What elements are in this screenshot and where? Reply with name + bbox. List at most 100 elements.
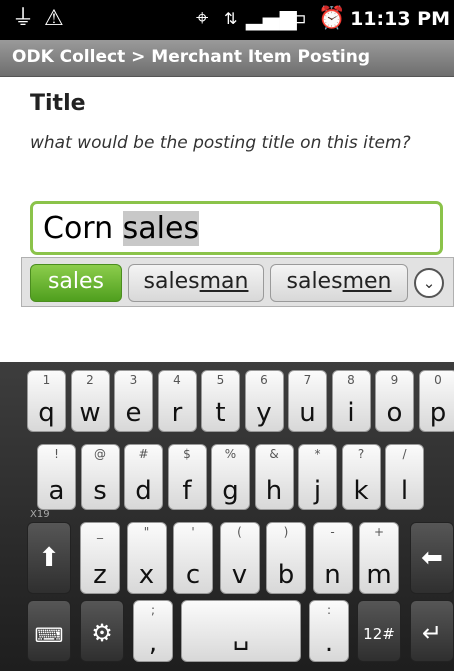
key-main-label: b xyxy=(277,560,295,590)
key-k[interactable]: ? k xyxy=(341,444,381,510)
gps-icon: ⌖ xyxy=(196,6,209,31)
suggestion-label: sales xyxy=(47,269,105,294)
key-c[interactable]: ' c xyxy=(173,522,213,594)
key-alt-label: ! xyxy=(54,447,59,461)
backspace-arrow-left-icon: ⬅ xyxy=(421,543,443,573)
key-w[interactable]: 2w xyxy=(70,370,110,432)
key-b[interactable]: ) b xyxy=(266,522,306,594)
suggestion-sales[interactable]: sales xyxy=(30,264,122,302)
key-f[interactable]: $ f xyxy=(167,444,207,510)
key-main-label: c xyxy=(185,560,201,590)
suggestion-salesmen[interactable]: salesmen xyxy=(270,264,408,302)
keyboard-small-label: X19 xyxy=(30,509,50,520)
key-h[interactable]: & h xyxy=(254,444,294,510)
key-alt-label: + xyxy=(373,525,385,539)
key-main-label: , xyxy=(148,628,158,658)
numeric-mode-label: 12# xyxy=(363,625,395,643)
key-period[interactable]: :. xyxy=(309,600,349,662)
expand-suggestions-chevron-down-icon[interactable]: ⌄ xyxy=(414,268,444,298)
shift-key[interactable]: ⬆ xyxy=(27,522,71,594)
enter-key[interactable]: ↵ xyxy=(410,600,454,662)
question-title: Title xyxy=(30,91,86,116)
key-p[interactable]: 0p xyxy=(418,370,454,432)
key-main-label: r xyxy=(171,398,183,428)
key-alt-label: / xyxy=(402,447,407,461)
key-j[interactable]: * j xyxy=(298,444,337,510)
app-title-bar: ODK Collect > Merchant Item Posting xyxy=(0,40,454,77)
answer-value[interactable]: Corn sales xyxy=(43,211,200,246)
key-q[interactable]: 1q xyxy=(27,370,66,432)
key-a[interactable]: ! a xyxy=(37,444,76,510)
key-main-label: f xyxy=(182,476,192,506)
suggestion-label-underlined: men xyxy=(342,269,392,294)
key-z[interactable]: _ z xyxy=(80,522,120,594)
key-y[interactable]: 6y xyxy=(244,370,284,432)
key-alt-label: 7 xyxy=(303,373,312,387)
status-bar: ⏚ ⚠ ⌖ ⇅ ▂▄▆ ▭ ⏰ 11:13 PM xyxy=(0,0,454,40)
key-main-label: o xyxy=(386,398,403,428)
key-main-label: p xyxy=(429,398,447,428)
key-n[interactable]: -n xyxy=(312,522,353,594)
suggestion-strip: sales salesman salesmen ⌄ xyxy=(21,257,454,307)
key-alt-label: ( xyxy=(237,525,242,539)
key-alt-label: 9 xyxy=(390,373,399,387)
key-o[interactable]: 9o xyxy=(375,370,414,432)
key-alt-label: " xyxy=(143,525,150,539)
answer-selected-word: sales xyxy=(122,211,200,246)
key-main-label: d xyxy=(135,476,152,506)
key-alt-label: 0 xyxy=(434,373,442,387)
form-question: Title what would be the posting title on… xyxy=(0,77,454,362)
suggestion-salesman[interactable]: salesman xyxy=(128,264,264,302)
key-alt-label: 8 xyxy=(347,373,355,387)
key-comma[interactable]: ;, xyxy=(133,600,173,662)
key-v[interactable]: (v xyxy=(219,522,260,594)
key-l[interactable]: / l xyxy=(385,444,424,510)
key-main-label: a xyxy=(48,476,65,506)
key-main-label: s xyxy=(93,476,107,506)
key-main-label: i xyxy=(347,398,355,428)
key-g[interactable]: % g xyxy=(211,444,250,510)
key-main-label: y xyxy=(256,398,272,428)
numeric-mode-key[interactable]: 12# xyxy=(357,600,401,662)
soft-keyboard: 1q2w3e4r5t6y7u8i9o0p ! a @ s # d $ f% g & h * j? k / l … xyxy=(0,362,454,671)
key-main-label: q xyxy=(38,398,55,428)
settings-key[interactable]: ⚙ xyxy=(80,600,124,662)
key-e[interactable]: 3e xyxy=(114,370,153,432)
key-alt-label: : xyxy=(326,603,332,617)
key-alt-label: 5 xyxy=(216,373,225,387)
gear-icon: ⚙ xyxy=(91,619,113,647)
key-alt-label: # xyxy=(138,447,149,461)
key-main-label: t xyxy=(215,398,226,428)
question-hint: what would be the posting title on this … xyxy=(30,133,411,153)
alarm-icon: ⏰ xyxy=(318,6,346,31)
suggestion-label: sales xyxy=(286,269,343,294)
key-main-label: j xyxy=(313,476,322,506)
key-x[interactable]: " x xyxy=(126,522,167,594)
key-alt-label: 6 xyxy=(260,373,268,387)
space-key[interactable]: ␣ xyxy=(181,600,301,662)
key-alt-label: @ xyxy=(94,447,106,461)
answer-text-field[interactable]: Corn sales xyxy=(30,201,443,255)
key-i[interactable]: 8i xyxy=(331,370,371,432)
keyboard-switch-key[interactable]: ⌨ xyxy=(27,600,71,662)
key-s[interactable]: @ s xyxy=(80,444,120,510)
key-m[interactable]: + m xyxy=(359,522,399,594)
key-t[interactable]: 5t xyxy=(201,370,240,432)
battery-charging-icon: ▭ xyxy=(286,6,307,31)
key-alt-label: 1 xyxy=(42,373,51,387)
key-alt-label: % xyxy=(224,447,237,461)
key-alt-label: 3 xyxy=(129,373,138,387)
app-title: ODK Collect > Merchant Item Posting xyxy=(12,47,371,67)
keyboard-icon: ⌨ xyxy=(34,623,64,647)
key-main-label: k xyxy=(353,476,369,506)
usb-debug-icon: ⏚ xyxy=(12,6,35,31)
key-r[interactable]: 4r xyxy=(157,370,197,432)
key-alt-label: & xyxy=(269,447,279,461)
space-bar-icon: ␣ xyxy=(232,621,250,651)
key-u[interactable]: 7u xyxy=(288,370,327,432)
key-d[interactable]: # d xyxy=(124,444,163,510)
key-main-label: v xyxy=(231,560,248,590)
key-alt-label: 2 xyxy=(86,373,94,387)
key-main-label: w xyxy=(79,398,101,428)
backspace-key[interactable]: ⬅ xyxy=(410,522,454,594)
